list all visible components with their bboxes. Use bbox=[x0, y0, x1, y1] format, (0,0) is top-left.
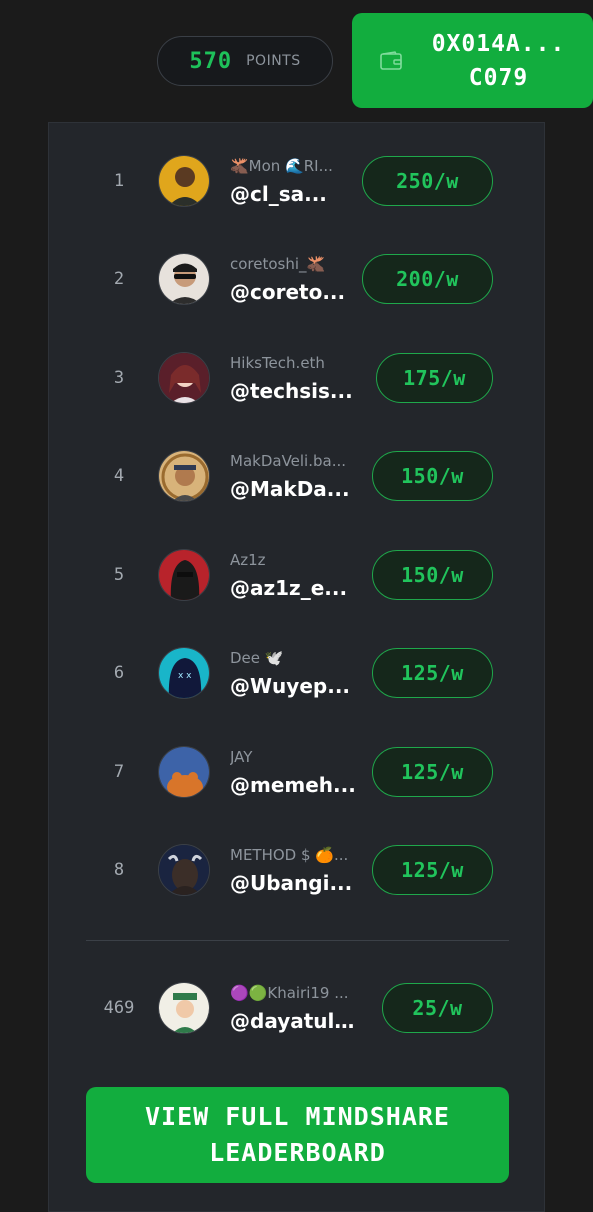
avatar bbox=[158, 352, 210, 404]
reward-badge[interactable]: 250/w bbox=[362, 156, 493, 206]
display-name: MakDaVeli.ba... bbox=[230, 452, 347, 470]
leaderboard-row-4[interactable]: 4 MakDaVeli.ba... @MakDa... 150/w bbox=[49, 431, 546, 521]
rank-number: 3 bbox=[113, 368, 125, 388]
rank-number: 7 bbox=[113, 762, 125, 782]
user-handle: @MakDa... bbox=[230, 477, 350, 501]
leaderboard-row-1[interactable]: 1 🫎Mon 🌊RI... @cl_sa... 250/w bbox=[49, 136, 546, 226]
rank-number: 469 bbox=[103, 998, 135, 1018]
display-name: METHOD $ 🍊... bbox=[230, 846, 349, 864]
reward-badge[interactable]: 150/w bbox=[372, 550, 493, 600]
reward-badge[interactable]: 125/w bbox=[372, 648, 493, 698]
display-name: HiksTech.eth bbox=[230, 354, 325, 372]
points-badge: 570 POINTS bbox=[157, 36, 333, 86]
wallet-button[interactable]: 0X014A... C079 bbox=[352, 13, 593, 108]
rank-number: 2 bbox=[113, 269, 125, 289]
avatar: x x bbox=[158, 647, 210, 699]
display-name: JAY bbox=[230, 748, 253, 766]
leaderboard-row-3[interactable]: 3 HiksTech.eth @techsis... 175/w bbox=[49, 333, 546, 423]
divider bbox=[86, 940, 509, 941]
avatar bbox=[158, 549, 210, 601]
leaderboard-row-6[interactable]: 6 x x Dee 🕊️ @Wuyep... 125/w bbox=[49, 628, 546, 718]
leaderboard-row-2[interactable]: 2 coretoshi_🫎 @coreto... 200/w bbox=[49, 234, 546, 324]
current-user-row[interactable]: 469 🟣🟢Khairi19 ... @dayatull... 25/w bbox=[49, 963, 546, 1053]
leaderboard-row-5[interactable]: 5 Az1z @az1z_e... 150/w bbox=[49, 530, 546, 620]
user-handle: @memeh... bbox=[230, 773, 356, 797]
reward-badge[interactable]: 125/w bbox=[372, 845, 493, 895]
reward-badge[interactable]: 175/w bbox=[376, 353, 493, 403]
reward-badge[interactable]: 150/w bbox=[372, 451, 493, 501]
avatar bbox=[158, 450, 210, 502]
display-name: Dee 🕊️ bbox=[230, 649, 284, 667]
wallet-address: 0X014A... C079 bbox=[431, 31, 566, 91]
leaderboard-panel: 1 🫎Mon 🌊RI... @cl_sa... 250/w 2 coretosh… bbox=[48, 122, 545, 1212]
user-handle: @techsis... bbox=[230, 379, 353, 403]
leaderboard-row-8[interactable]: 8 METHOD $ 🍊... @Ubangi... 125/w bbox=[49, 825, 546, 915]
avatar bbox=[158, 155, 210, 207]
svg-text:x x: x x bbox=[178, 671, 192, 681]
wallet-icon bbox=[380, 51, 402, 70]
avatar bbox=[158, 844, 210, 896]
rank-number: 4 bbox=[113, 466, 125, 486]
rank-number: 6 bbox=[113, 663, 125, 683]
rank-number: 5 bbox=[113, 565, 125, 585]
reward-badge[interactable]: 25/w bbox=[382, 983, 493, 1033]
user-handle: @dayatull... bbox=[230, 1009, 358, 1033]
user-handle: @Wuyep... bbox=[230, 674, 351, 698]
display-name: 🫎Mon 🌊RI... bbox=[230, 157, 333, 175]
avatar bbox=[158, 982, 210, 1034]
view-full-leaderboard-button[interactable]: VIEW FULL MINDSHARE LEADERBOARD bbox=[86, 1087, 509, 1183]
avatar bbox=[158, 746, 210, 798]
avatar bbox=[158, 253, 210, 305]
user-handle: @az1z_e... bbox=[230, 576, 348, 600]
display-name: Az1z bbox=[230, 551, 266, 569]
user-handle: @Ubangi... bbox=[230, 871, 353, 895]
rank-number: 1 bbox=[113, 171, 125, 191]
reward-badge[interactable]: 125/w bbox=[372, 747, 493, 797]
user-handle: @coreto... bbox=[230, 280, 346, 304]
user-handle: @cl_sa... bbox=[230, 182, 327, 206]
reward-badge[interactable]: 200/w bbox=[362, 254, 493, 304]
display-name: 🟣🟢Khairi19 ... bbox=[230, 984, 349, 1002]
rank-number: 8 bbox=[113, 860, 125, 880]
leaderboard-row-7[interactable]: 7 JAY @memeh... 125/w bbox=[49, 727, 546, 817]
display-name: coretoshi_🫎 bbox=[230, 255, 326, 273]
points-label: POINTS bbox=[246, 53, 301, 69]
points-value: 570 bbox=[189, 48, 233, 74]
